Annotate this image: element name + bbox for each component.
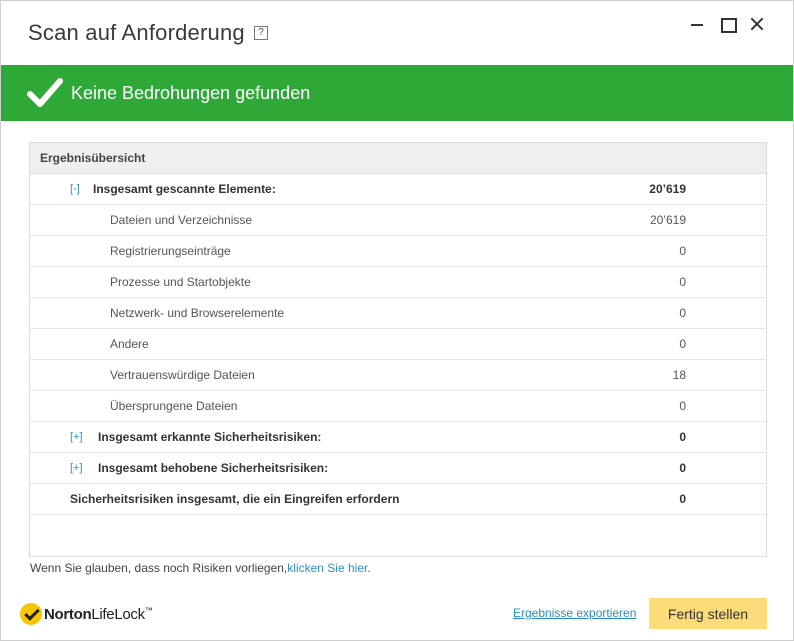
row-label: Prozesse und Startobjekte [110,275,251,289]
row-label: Andere [110,337,149,351]
row-value: 0 [679,275,686,289]
status-text: Keine Bedrohungen gefunden [71,83,311,103]
row-label: Insgesamt erkannte Sicherheitsrisiken: [98,430,322,444]
risk-note: Wenn Sie glauben, dass noch Risiken vorl… [30,561,371,575]
resolved-risks-row: [+] Insgesamt behobene Sicherheitsrisike… [30,453,766,484]
row-value: 20’619 [649,182,686,196]
row-value: 0 [679,492,686,506]
close-button[interactable] [746,13,768,35]
maximize-button[interactable] [716,13,738,35]
row-value: 0 [679,244,686,258]
row-label: Vertrauenswürdige Dateien [110,368,255,382]
row-value: 18 [672,368,686,382]
collapse-toggle[interactable]: [-] [70,174,80,205]
norton-seal-icon [20,603,42,625]
row-value: 0 [679,337,686,351]
expand-toggle[interactable]: [+] [70,453,83,484]
detected-risks-row: [+] Insgesamt erkannte Sicherheitsrisike… [30,422,766,453]
note-suffix: . [367,561,371,575]
table-row: Übersprungene Dateien 0 [30,391,766,422]
row-label: Dateien und Verzeichnisse [110,213,253,227]
row-label: Übersprungene Dateien [110,399,238,413]
table-row: Netzwerk- und Browserelemente 0 [30,298,766,329]
table-row: Dateien und Verzeichnisse 20’619 [30,205,766,236]
action-required-row: Sicherheitsrisiken insgesamt, die ein Ei… [30,484,766,515]
row-value: 0 [679,306,686,320]
export-results-link[interactable]: Ergebnisse exportieren [513,606,636,620]
row-value: 0 [679,430,686,444]
table-row: Andere 0 [30,329,766,360]
table-row: Vertrauenswürdige Dateien 18 [30,360,766,391]
row-label: Insgesamt behobene Sicherheitsrisiken: [98,461,329,475]
table-row: Registrierungseinträge 0 [30,236,766,267]
click-here-link[interactable]: klicken Sie hier [287,561,367,575]
row-value: 0 [679,399,686,413]
total-scanned-row: [-] Insgesamt gescannte Elemente: 20’619 [30,174,766,205]
row-label: Registrierungseinträge [110,244,231,258]
scan-window: Scan auf Anforderung ? Keine Bedrohungen… [0,0,794,641]
minimize-button[interactable] [686,13,708,35]
row-value: 0 [679,461,686,475]
help-icon[interactable]: ? [254,26,268,40]
checkmark-icon [27,78,63,107]
done-button[interactable]: Fertig stellen [649,598,767,629]
title-bar: Scan auf Anforderung ? [1,1,793,65]
row-label: Sicherheitsrisiken insgesamt, die ein Ei… [70,492,400,506]
expand-toggle[interactable]: [+] [70,422,83,453]
row-label: Netzwerk- und Browserelemente [110,306,285,320]
table-row: Prozesse und Startobjekte 0 [30,267,766,298]
status-banner: Keine Bedrohungen gefunden [1,65,793,121]
note-text: Wenn Sie glauben, dass noch Risiken vorl… [30,561,288,575]
results-header: Ergebnisübersicht [30,143,766,174]
brand-name: NortonLifeLock™ [44,605,153,623]
window-title: Scan auf Anforderung [28,20,245,45]
row-value: 20’619 [649,213,686,227]
results-summary-table: Ergebnisübersicht [-] Insgesamt gescannt… [29,142,767,557]
nortonlifelock-logo: NortonLifeLock™ [20,601,153,627]
row-label: Insgesamt gescannte Elemente: [93,182,276,196]
